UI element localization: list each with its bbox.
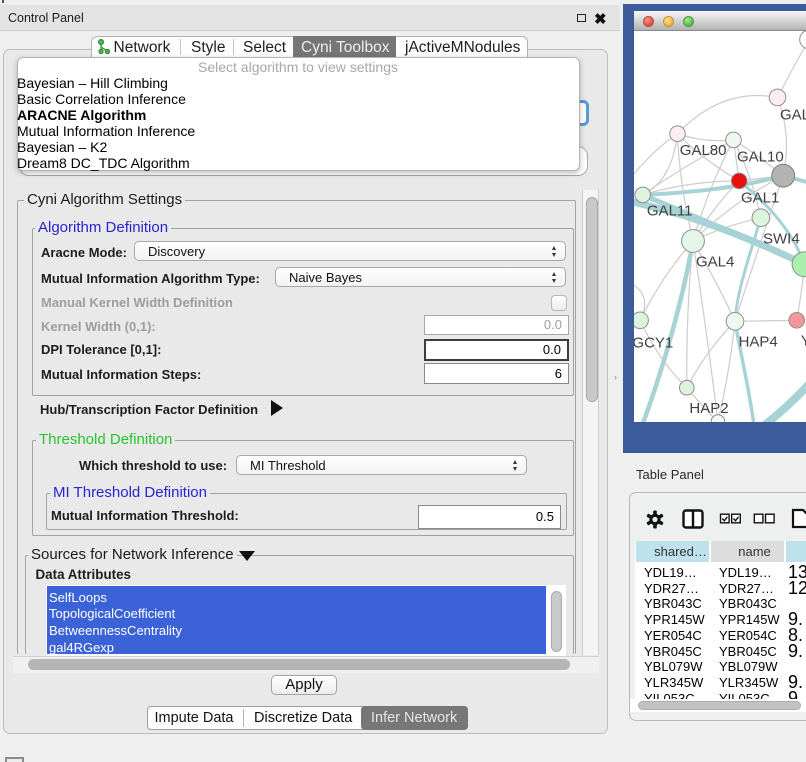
svg-text:HAP2: HAP2 [689, 400, 728, 417]
svg-text:GCY1: GCY1 [634, 335, 673, 352]
svg-text:YD: YD [801, 333, 806, 350]
svg-text:GAL80: GAL80 [680, 142, 727, 159]
svg-text:GAL7: GAL7 [780, 107, 806, 124]
svg-text:SWI4: SWI4 [763, 231, 800, 248]
svg-text:GAL4: GAL4 [696, 254, 734, 271]
svg-text:GAL10: GAL10 [737, 149, 784, 166]
svg-text:GAL11: GAL11 [647, 203, 693, 220]
svg-text:GAL1: GAL1 [741, 190, 779, 207]
svg-text:HAP4: HAP4 [739, 334, 778, 351]
